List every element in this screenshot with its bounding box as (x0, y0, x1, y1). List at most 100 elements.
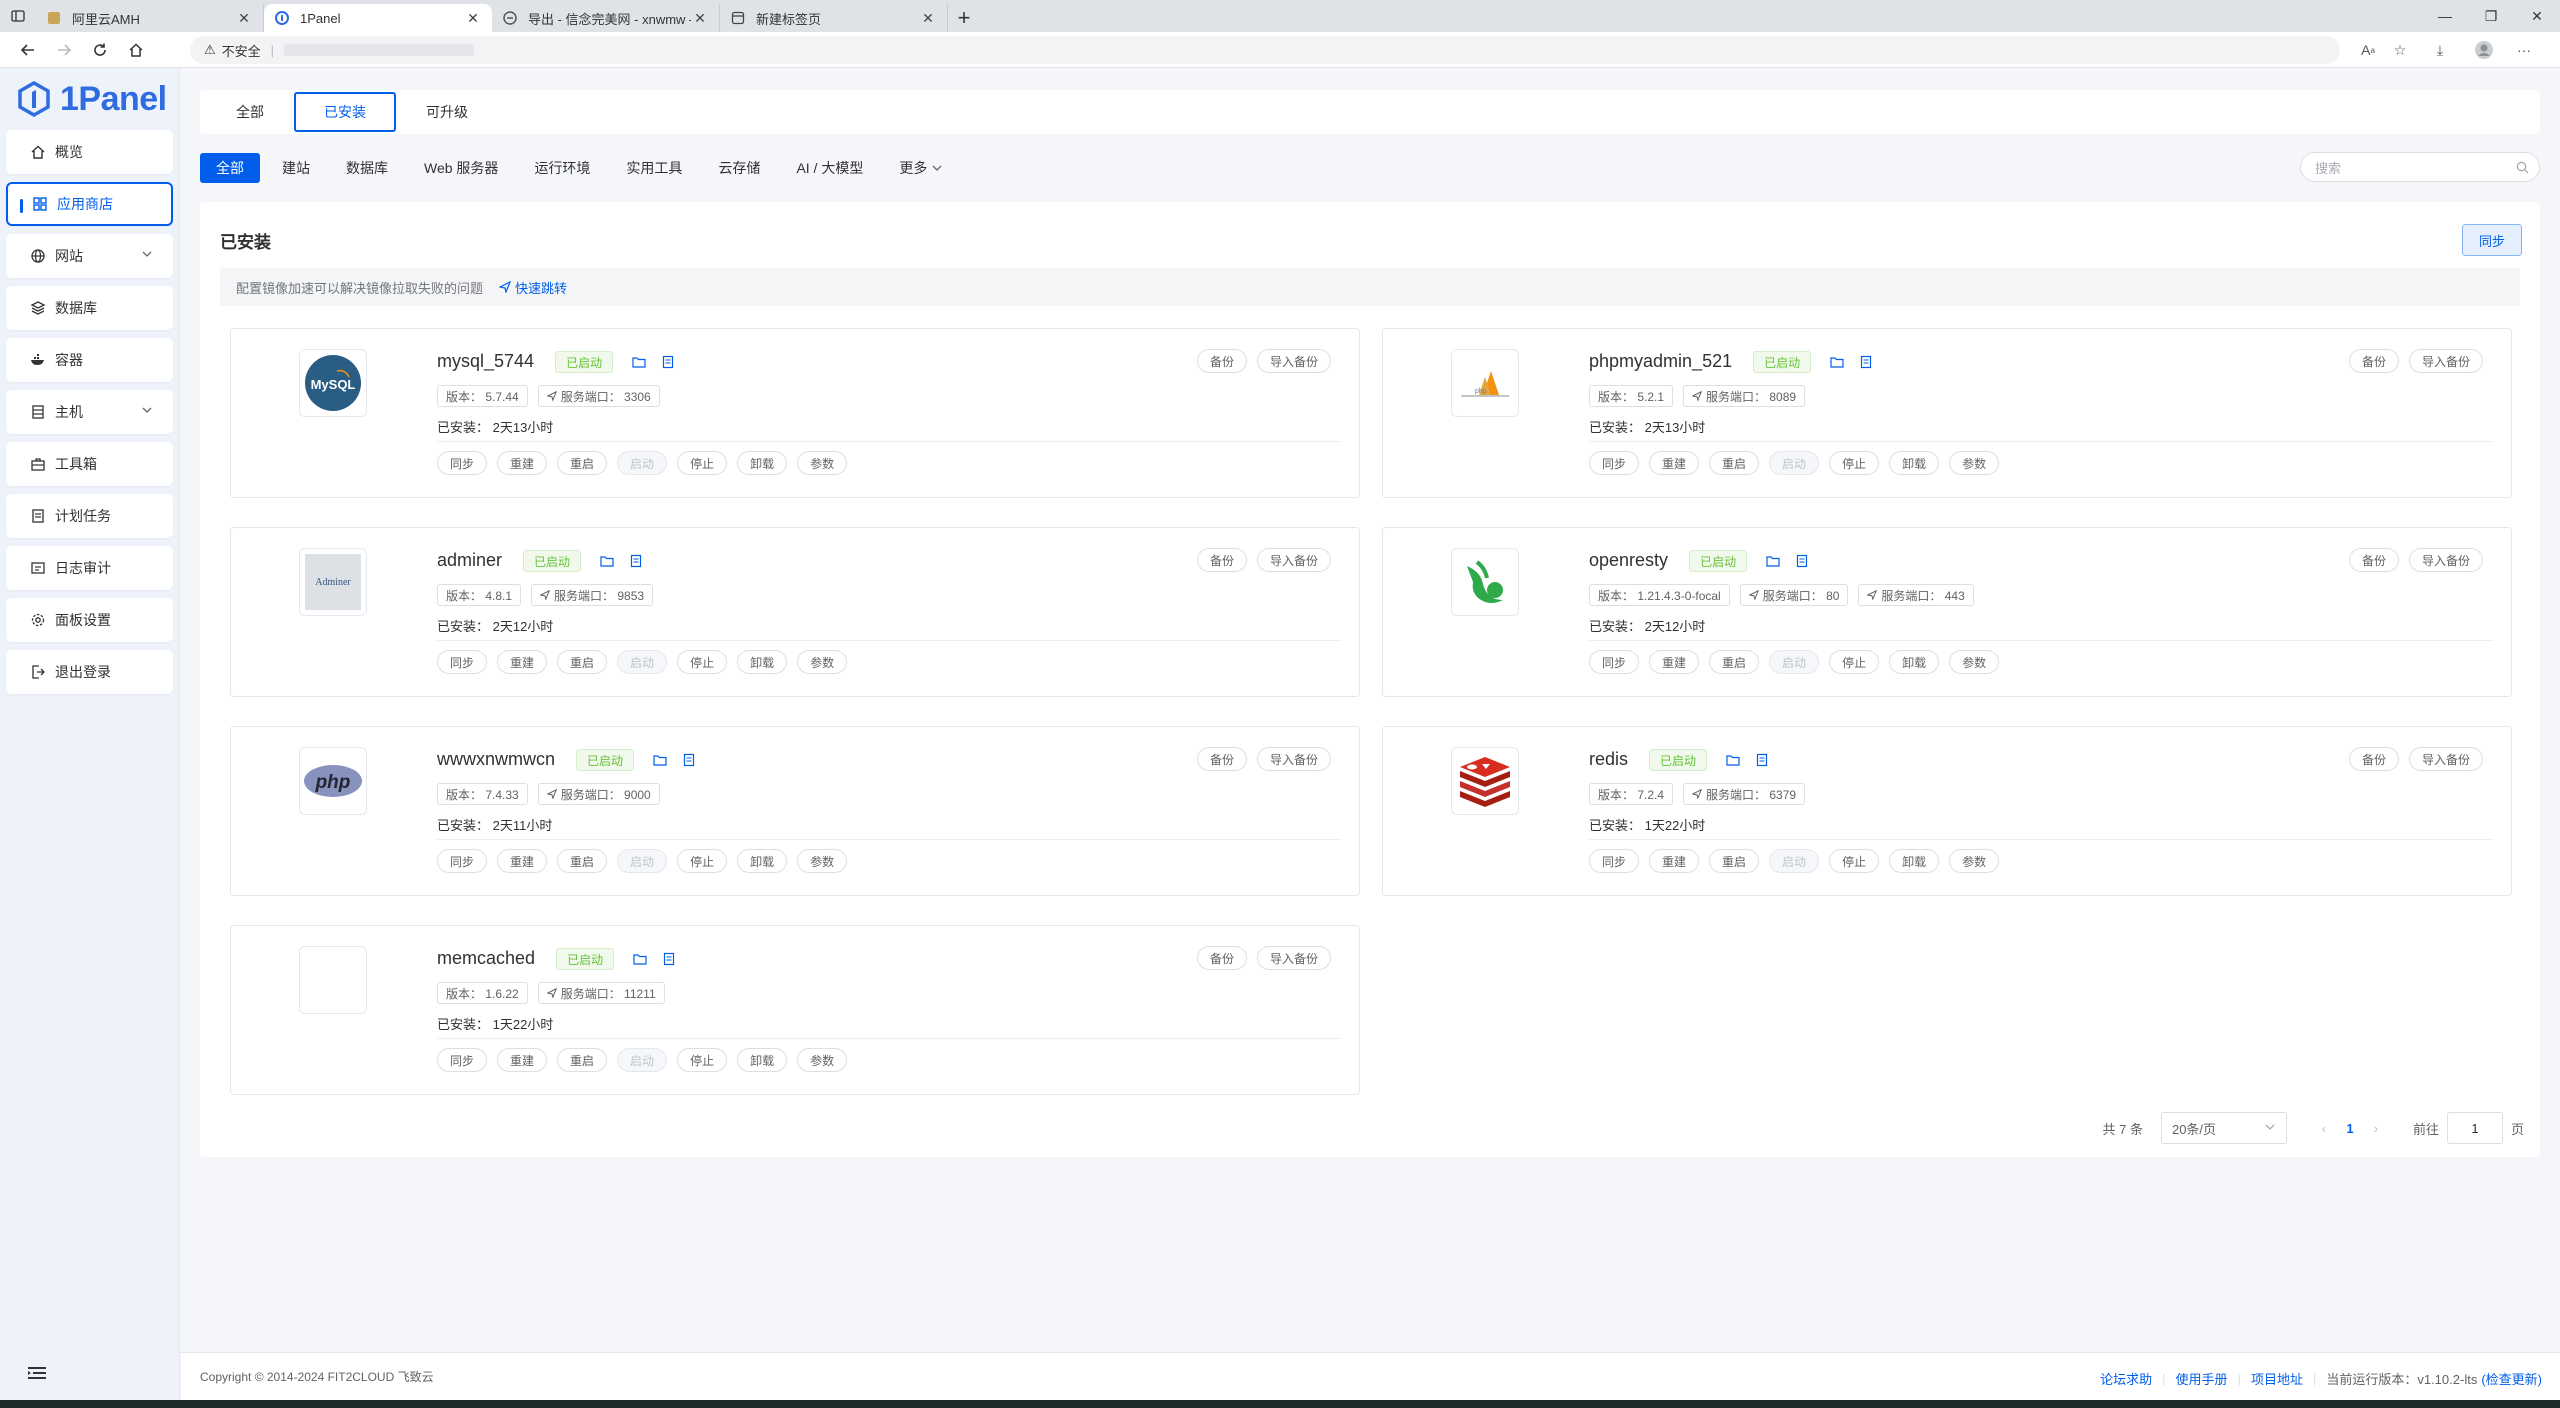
project-link[interactable]: 项目地址 (2251, 1369, 2303, 1388)
uninstall-button[interactable]: 卸载 (1889, 451, 1940, 475)
uninstall-button[interactable]: 卸载 (737, 650, 788, 674)
params-button[interactable]: 参数 (1949, 650, 2000, 674)
address-bar[interactable]: ⚠ 不安全 | (190, 36, 2340, 64)
port-tag[interactable]: 服务端口： 80 (1739, 584, 1849, 606)
category-all[interactable]: 全部 (200, 153, 260, 183)
browser-tab-1panel[interactable]: 1Panel ✕ (264, 4, 492, 32)
profile-avatar-icon[interactable] (2468, 32, 2500, 68)
collapse-menu-icon[interactable] (28, 1366, 46, 1380)
restart-button[interactable]: 重启 (1709, 849, 1760, 873)
new-tab-plus-icon[interactable]: + (948, 4, 980, 32)
app-name[interactable]: wwwxnwmwcn (437, 749, 555, 769)
port-tag[interactable]: 服务端口： 8089 (1683, 385, 1806, 407)
folder-icon[interactable] (1766, 554, 1780, 568)
import-backup-button[interactable]: 导入备份 (2408, 548, 2483, 572)
start-button[interactable]: 启动 (617, 1048, 668, 1072)
sync-button[interactable]: 同步 (437, 650, 488, 674)
document-icon[interactable] (1755, 753, 1769, 767)
app-name[interactable]: redis (1589, 749, 1628, 769)
sync-button[interactable]: 同步 (437, 1048, 488, 1072)
backup-button[interactable]: 备份 (1196, 747, 1247, 771)
import-backup-button[interactable]: 导入备份 (1256, 747, 1331, 771)
app-name[interactable]: openresty (1589, 550, 1668, 570)
folder-icon[interactable] (632, 355, 646, 369)
mysql-logo[interactable]: MySQL (299, 349, 367, 417)
tab-upgradable[interactable]: 可升级 (402, 94, 492, 130)
sidebar-item-app-store[interactable]: 应用商店 (6, 182, 173, 226)
close-tab-icon[interactable]: ✕ (691, 9, 709, 27)
downloads-icon[interactable]: ⤓ (2424, 32, 2456, 68)
uninstall-button[interactable]: 卸载 (1889, 650, 1940, 674)
stop-button[interactable]: 停止 (677, 650, 728, 674)
port-tag[interactable]: 服务端口： 6379 (1683, 783, 1806, 805)
stop-button[interactable]: 停止 (677, 451, 728, 475)
sidebar-item-toolbox[interactable]: 工具箱 (6, 442, 173, 486)
start-button[interactable]: 启动 (617, 849, 668, 873)
category-storage[interactable]: 云存储 (704, 153, 774, 183)
rebuild-button[interactable]: 重建 (1649, 849, 1700, 873)
params-button[interactable]: 参数 (797, 451, 848, 475)
goto-page-input[interactable]: 1 (2446, 1112, 2503, 1144)
backup-button[interactable]: 备份 (2348, 747, 2399, 771)
document-icon[interactable] (682, 753, 696, 767)
restart-button[interactable]: 重启 (557, 1048, 608, 1072)
app-name[interactable]: memcached (437, 948, 535, 968)
tab-all[interactable]: 全部 (212, 94, 288, 130)
tab-installed[interactable]: 已安装 (294, 92, 396, 132)
close-tab-icon[interactable]: ✕ (464, 9, 482, 27)
rebuild-button[interactable]: 重建 (1649, 650, 1700, 674)
document-icon[interactable] (1859, 355, 1873, 369)
rebuild-button[interactable]: 重建 (497, 451, 548, 475)
document-icon[interactable] (629, 554, 643, 568)
sync-button[interactable]: 同步 (2462, 224, 2522, 256)
document-icon[interactable] (1795, 554, 1809, 568)
more-menu-icon[interactable]: ··· (2508, 32, 2540, 68)
sync-button[interactable]: 同步 (437, 849, 488, 873)
document-icon[interactable] (661, 355, 675, 369)
sidebar-item-website[interactable]: 网站 (6, 234, 173, 278)
restart-button[interactable]: 重启 (557, 650, 608, 674)
sidebar-item-logout[interactable]: 退出登录 (6, 650, 173, 694)
folder-icon[interactable] (633, 952, 647, 966)
start-button[interactable]: 启动 (617, 451, 668, 475)
back-arrow-icon[interactable] (10, 32, 46, 68)
category-website[interactable]: 建站 (268, 153, 324, 183)
category-runtime[interactable]: 运行环境 (520, 153, 604, 183)
logo[interactable]: 1Panel (0, 68, 179, 130)
params-button[interactable]: 参数 (797, 650, 848, 674)
params-button[interactable]: 参数 (1949, 451, 2000, 475)
stop-button[interactable]: 停止 (677, 849, 728, 873)
start-button[interactable]: 启动 (617, 650, 668, 674)
restart-button[interactable]: 重启 (1709, 451, 1760, 475)
folder-icon[interactable] (1830, 355, 1844, 369)
forward-arrow-icon[interactable] (46, 32, 82, 68)
stop-button[interactable]: 停止 (1829, 650, 1880, 674)
php-logo[interactable]: php (299, 747, 367, 815)
uninstall-button[interactable]: 卸载 (737, 451, 788, 475)
port-tag[interactable]: 服务端口： 3306 (537, 385, 660, 407)
home-icon[interactable] (118, 32, 154, 68)
backup-button[interactable]: 备份 (1196, 548, 1247, 572)
forum-link[interactable]: 论坛求助 (2100, 1369, 2152, 1388)
minimize-icon[interactable]: — (2422, 0, 2468, 32)
sidebar-item-database[interactable]: 数据库 (6, 286, 173, 330)
read-aloud-icon[interactable]: Aa (2352, 32, 2384, 68)
sidebar-item-logs[interactable]: 日志审计 (6, 546, 173, 590)
uninstall-button[interactable]: 卸载 (737, 849, 788, 873)
category-database[interactable]: 数据库 (332, 153, 402, 183)
sync-button[interactable]: 同步 (1589, 451, 1640, 475)
quick-jump-link[interactable]: 快速跳转 (499, 278, 567, 297)
uninstall-button[interactable]: 卸载 (1889, 849, 1940, 873)
redis-logo[interactable] (1451, 747, 1519, 815)
restart-button[interactable]: 重启 (557, 451, 608, 475)
manual-link[interactable]: 使用手册 (2176, 1369, 2228, 1388)
backup-button[interactable]: 备份 (2348, 548, 2399, 572)
openresty-logo[interactable] (1451, 548, 1519, 616)
start-button[interactable]: 启动 (1769, 650, 1820, 674)
backup-button[interactable]: 备份 (1196, 349, 1247, 373)
category-ai[interactable]: AI / 大模型 (782, 153, 877, 183)
import-backup-button[interactable]: 导入备份 (2408, 349, 2483, 373)
rebuild-button[interactable]: 重建 (1649, 451, 1700, 475)
browser-tab-amh[interactable]: 阿里云AMH ✕ (36, 4, 264, 32)
tab-actions-icon[interactable] (0, 0, 36, 32)
